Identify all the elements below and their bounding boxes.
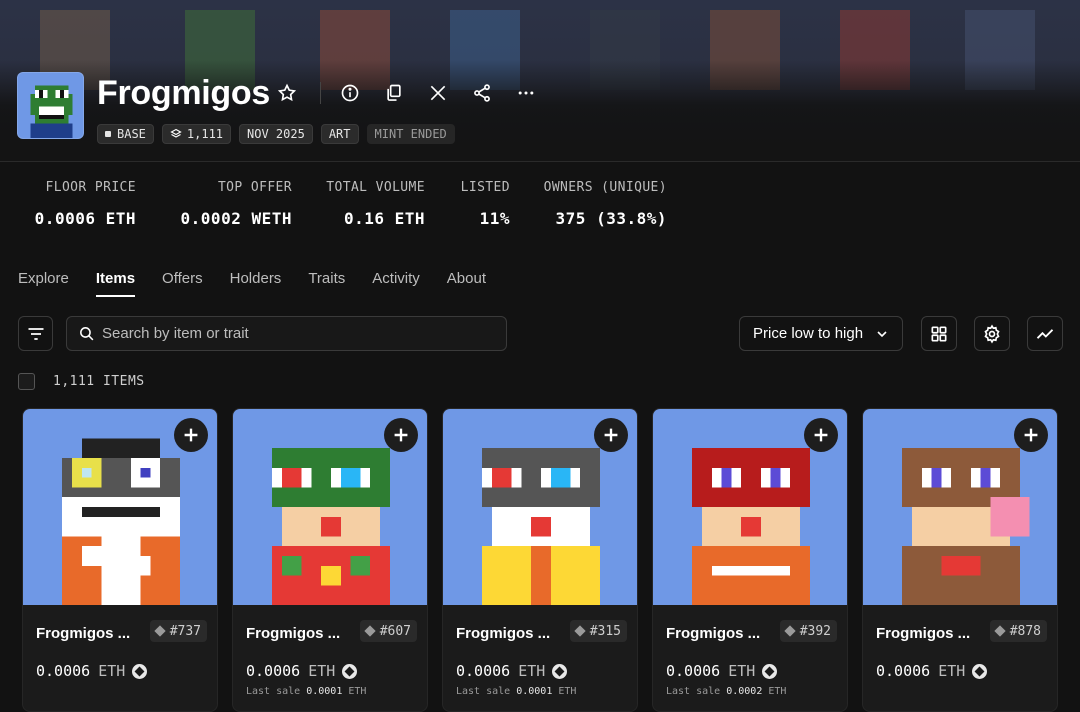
nft-price: 0.0006 ETH — [876, 662, 988, 680]
last-sale: Last sale 0.0001 ETH — [456, 686, 577, 697]
more-icon[interactable] — [515, 82, 537, 104]
tab-holders[interactable]: Holders — [230, 270, 282, 297]
nft-card[interactable]: Frogmigos ... #607 0.0006 ETH Last sale 0… — [232, 408, 428, 712]
nft-name: Frogmigos ... — [36, 625, 131, 642]
nft-id-badge: #607 — [359, 620, 417, 642]
mint-status-badge: MINT ENDED — [366, 124, 455, 144]
add-to-cart-button[interactable] — [1014, 418, 1048, 452]
diamond-icon — [784, 625, 796, 637]
settings-button[interactable] — [974, 316, 1010, 351]
plus-icon — [1024, 428, 1038, 442]
eth-chain-icon — [342, 663, 358, 679]
items-count: 1,111 ITEMS — [53, 374, 145, 389]
nft-card[interactable]: Frogmigos ... #392 0.0006 ETH Last sale 0… — [652, 408, 848, 712]
nft-name: Frogmigos ... — [666, 625, 761, 642]
nft-price: 0.0006 ETH — [36, 662, 148, 680]
category-badge[interactable]: ART — [320, 124, 359, 144]
plus-icon — [604, 428, 618, 442]
last-sale: Last sale 0.0001 ETH — [246, 686, 367, 697]
collection-avatar — [17, 72, 84, 139]
nft-name: Frogmigos ... — [876, 625, 971, 642]
tab-offers[interactable]: Offers — [162, 270, 203, 297]
add-to-cart-button[interactable] — [384, 418, 418, 452]
grid-view-button[interactable] — [921, 316, 957, 351]
collection-tabs: Explore Items Offers Holders Traits Acti… — [18, 270, 486, 297]
chain-badge[interactable]: BASE — [97, 124, 154, 144]
stat-listed: LISTED 11% — [460, 180, 510, 228]
last-sale: Last sale 0.0002 ETH — [666, 686, 787, 697]
search-bar[interactable] — [66, 316, 507, 351]
diamond-icon — [154, 625, 166, 637]
nft-price: 0.0006 ETH — [246, 662, 358, 680]
nft-id-badge: #392 — [779, 620, 837, 642]
nft-price: 0.0006 ETH — [456, 662, 568, 680]
info-icon[interactable] — [339, 82, 361, 104]
eth-chain-icon — [762, 663, 778, 679]
nft-name: Frogmigos ... — [246, 625, 341, 642]
eth-chain-icon — [132, 663, 148, 679]
eth-chain-icon — [972, 663, 988, 679]
x-logo-icon[interactable] — [427, 82, 449, 104]
stat-total-volume: TOTAL VOLUME 0.16 ETH — [326, 180, 425, 228]
analytics-button[interactable] — [1027, 316, 1063, 351]
nft-card[interactable]: Frogmigos ... #878 0.0006 ETH — [862, 408, 1058, 712]
diamond-icon — [364, 625, 376, 637]
plus-icon — [814, 428, 828, 442]
nft-id-badge: #878 — [989, 620, 1047, 642]
star-icon[interactable] — [276, 82, 298, 104]
grid-icon — [931, 326, 947, 341]
stat-floor-price: FLOOR PRICE 0.0006 ETH — [34, 180, 136, 228]
trend-icon — [1036, 328, 1054, 339]
add-to-cart-button[interactable] — [804, 418, 838, 452]
supply-badge: 1,111 — [161, 124, 232, 144]
search-input[interactable] — [102, 325, 482, 342]
tab-items[interactable]: Items — [95, 270, 136, 297]
diamond-icon — [574, 625, 586, 637]
date-badge: NOV 2025 — [239, 124, 313, 144]
base-chain-icon — [105, 131, 111, 137]
nft-card[interactable]: Frogmigos ... #737 0.0006 ETH — [22, 408, 218, 712]
search-icon — [80, 327, 94, 341]
nft-id-badge: #315 — [569, 620, 627, 642]
tab-activity[interactable]: Activity — [372, 270, 420, 297]
stat-top-offer: TOP OFFER 0.0002 WETH — [180, 180, 292, 228]
diamond-icon — [994, 625, 1006, 637]
gear-icon — [984, 323, 1000, 344]
eth-chain-icon — [552, 663, 568, 679]
tab-about[interactable]: About — [447, 270, 486, 297]
add-to-cart-button[interactable] — [174, 418, 208, 452]
add-to-cart-button[interactable] — [594, 418, 628, 452]
select-all-checkbox[interactable] — [18, 373, 35, 390]
nft-price: 0.0006 ETH — [666, 662, 778, 680]
layers-icon — [170, 128, 182, 138]
plus-icon — [184, 428, 198, 442]
filter-icon — [28, 327, 43, 340]
tab-explore[interactable]: Explore — [18, 270, 69, 297]
sort-dropdown[interactable]: Price low to high — [739, 316, 903, 351]
collection-title: Frogmigos — [97, 74, 270, 112]
nft-card[interactable]: Frogmigos ... #315 0.0006 ETH Last sale 0… — [442, 408, 638, 712]
copy-icon[interactable] — [383, 82, 405, 104]
collection-stats: FLOOR PRICE 0.0006 ETH TOP OFFER 0.0002 … — [0, 180, 1080, 230]
nft-name: Frogmigos ... — [456, 625, 551, 642]
nft-id-badge: #737 — [149, 620, 207, 642]
tab-traits[interactable]: Traits — [308, 270, 345, 297]
stat-owners: OWNERS (UNIQUE) 375 (33.8%) — [543, 180, 667, 228]
share-icon[interactable] — [471, 82, 493, 104]
filter-button[interactable] — [18, 316, 53, 351]
plus-icon — [394, 428, 408, 442]
chevron-down-icon — [877, 330, 887, 337]
